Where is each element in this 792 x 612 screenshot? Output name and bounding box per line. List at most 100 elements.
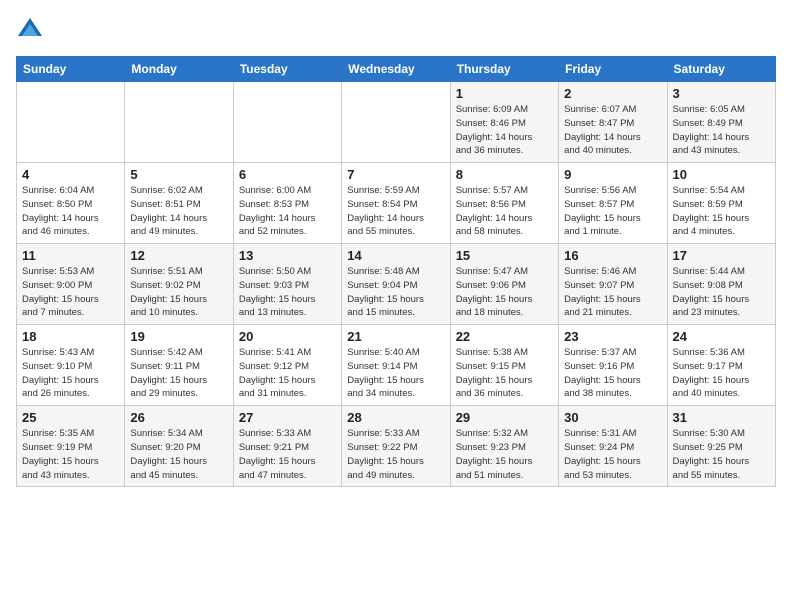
day-number: 15 <box>456 248 553 263</box>
calendar-cell: 15Sunrise: 5:47 AM Sunset: 9:06 PM Dayli… <box>450 244 558 325</box>
day-info: Sunrise: 6:09 AM Sunset: 8:46 PM Dayligh… <box>456 103 553 158</box>
day-number: 19 <box>130 329 227 344</box>
day-info: Sunrise: 5:59 AM Sunset: 8:54 PM Dayligh… <box>347 184 444 239</box>
day-info: Sunrise: 5:44 AM Sunset: 9:08 PM Dayligh… <box>673 265 770 320</box>
day-info: Sunrise: 5:37 AM Sunset: 9:16 PM Dayligh… <box>564 346 661 401</box>
day-info: Sunrise: 5:34 AM Sunset: 9:20 PM Dayligh… <box>130 427 227 482</box>
day-info: Sunrise: 5:51 AM Sunset: 9:02 PM Dayligh… <box>130 265 227 320</box>
page-header <box>16 16 776 44</box>
day-info: Sunrise: 5:32 AM Sunset: 9:23 PM Dayligh… <box>456 427 553 482</box>
calendar-cell: 22 Sunrise: 5:38 AM Sunset: 9:15 PM Dayli… <box>450 325 558 406</box>
day-info: Sunrise: 5:35 AM Sunset: 9:19 PM Dayligh… <box>22 427 119 482</box>
day-number: 24 <box>673 329 770 344</box>
calendar-week-row: 11 Sunrise: 5:53 AM Sunset: 9:00 PM Dayli… <box>17 244 776 325</box>
day-info: Sunrise: 5:41 AM Sunset: 9:12 PM Dayligh… <box>239 346 336 401</box>
day-info: Sunrise: 5:33 AM Sunset: 9:21 PM Dayligh… <box>239 427 336 482</box>
day-info: Sunrise: 6:07 AM Sunset: 8:47 PM Dayligh… <box>564 103 661 158</box>
calendar-cell <box>342 82 450 163</box>
day-header-wednesday: Wednesday <box>342 57 450 82</box>
calendar-week-row: 4 Sunrise: 6:04 AM Sunset: 8:50 PM Daylig… <box>17 163 776 244</box>
day-header-tuesday: Tuesday <box>233 57 341 82</box>
day-header-saturday: Saturday <box>667 57 775 82</box>
calendar-cell: 20 Sunrise: 5:41 AM Sunset: 9:12 PM Dayli… <box>233 325 341 406</box>
calendar-cell <box>17 82 125 163</box>
calendar-cell: 16Sunrise: 5:46 AM Sunset: 9:07 PM Dayli… <box>559 244 667 325</box>
day-number: 30 <box>564 410 661 425</box>
day-number: 20 <box>239 329 336 344</box>
day-number: 16 <box>564 248 661 263</box>
calendar-header-row: SundayMondayTuesdayWednesdayThursdayFrid… <box>17 57 776 82</box>
calendar-cell: 6 Sunrise: 6:00 AM Sunset: 8:53 PM Daylig… <box>233 163 341 244</box>
calendar-cell: 24 Sunrise: 5:36 AM Sunset: 9:17 PM Dayli… <box>667 325 775 406</box>
day-number: 12 <box>130 248 227 263</box>
calendar-cell: 18 Sunrise: 5:43 AM Sunset: 9:10 PM Dayli… <box>17 325 125 406</box>
day-info: Sunrise: 6:04 AM Sunset: 8:50 PM Dayligh… <box>22 184 119 239</box>
day-number: 26 <box>130 410 227 425</box>
day-number: 18 <box>22 329 119 344</box>
calendar-cell: 14Sunrise: 5:48 AM Sunset: 9:04 PM Dayli… <box>342 244 450 325</box>
calendar-cell: 5 Sunrise: 6:02 AM Sunset: 8:51 PM Daylig… <box>125 163 233 244</box>
calendar-cell: 26 Sunrise: 5:34 AM Sunset: 9:20 PM Dayli… <box>125 406 233 487</box>
calendar-cell: 9 Sunrise: 5:56 AM Sunset: 8:57 PM Daylig… <box>559 163 667 244</box>
day-number: 7 <box>347 167 444 182</box>
calendar-cell: 28Sunrise: 5:33 AM Sunset: 9:22 PM Dayli… <box>342 406 450 487</box>
day-number: 29 <box>456 410 553 425</box>
day-info: Sunrise: 5:40 AM Sunset: 9:14 PM Dayligh… <box>347 346 444 401</box>
calendar-cell: 19 Sunrise: 5:42 AM Sunset: 9:11 PM Dayli… <box>125 325 233 406</box>
calendar-cell: 7 Sunrise: 5:59 AM Sunset: 8:54 PM Daylig… <box>342 163 450 244</box>
day-info: Sunrise: 5:38 AM Sunset: 9:15 PM Dayligh… <box>456 346 553 401</box>
calendar-cell: 8 Sunrise: 5:57 AM Sunset: 8:56 PM Daylig… <box>450 163 558 244</box>
calendar-cell: 27 Sunrise: 5:33 AM Sunset: 9:21 PM Dayli… <box>233 406 341 487</box>
day-number: 1 <box>456 86 553 101</box>
day-number: 21 <box>347 329 444 344</box>
day-number: 28 <box>347 410 444 425</box>
calendar-cell: 23 Sunrise: 5:37 AM Sunset: 9:16 PM Dayli… <box>559 325 667 406</box>
day-number: 5 <box>130 167 227 182</box>
day-number: 17 <box>673 248 770 263</box>
day-info: Sunrise: 6:00 AM Sunset: 8:53 PM Dayligh… <box>239 184 336 239</box>
calendar-cell: 1 Sunrise: 6:09 AM Sunset: 8:46 PM Daylig… <box>450 82 558 163</box>
day-info: Sunrise: 5:36 AM Sunset: 9:17 PM Dayligh… <box>673 346 770 401</box>
calendar-cell: 12 Sunrise: 5:51 AM Sunset: 9:02 PM Dayli… <box>125 244 233 325</box>
calendar-week-row: 25 Sunrise: 5:35 AM Sunset: 9:19 PM Dayli… <box>17 406 776 487</box>
day-number: 8 <box>456 167 553 182</box>
calendar-cell: 10 Sunrise: 5:54 AM Sunset: 8:59 PM Dayli… <box>667 163 775 244</box>
day-number: 3 <box>673 86 770 101</box>
day-number: 22 <box>456 329 553 344</box>
day-info: Sunrise: 5:57 AM Sunset: 8:56 PM Dayligh… <box>456 184 553 239</box>
calendar-week-row: 1 Sunrise: 6:09 AM Sunset: 8:46 PM Daylig… <box>17 82 776 163</box>
day-header-monday: Monday <box>125 57 233 82</box>
day-info: Sunrise: 5:43 AM Sunset: 9:10 PM Dayligh… <box>22 346 119 401</box>
calendar-cell: 2Sunrise: 6:07 AM Sunset: 8:47 PM Daylig… <box>559 82 667 163</box>
day-number: 31 <box>673 410 770 425</box>
calendar-week-row: 18 Sunrise: 5:43 AM Sunset: 9:10 PM Dayli… <box>17 325 776 406</box>
day-number: 23 <box>564 329 661 344</box>
day-number: 25 <box>22 410 119 425</box>
calendar-cell: 11 Sunrise: 5:53 AM Sunset: 9:00 PM Dayli… <box>17 244 125 325</box>
day-info: Sunrise: 5:48 AM Sunset: 9:04 PM Dayligh… <box>347 265 444 320</box>
day-info: Sunrise: 6:02 AM Sunset: 8:51 PM Dayligh… <box>130 184 227 239</box>
day-info: Sunrise: 5:54 AM Sunset: 8:59 PM Dayligh… <box>673 184 770 239</box>
day-info: Sunrise: 5:53 AM Sunset: 9:00 PM Dayligh… <box>22 265 119 320</box>
calendar-cell <box>233 82 341 163</box>
day-info: Sunrise: 5:42 AM Sunset: 9:11 PM Dayligh… <box>130 346 227 401</box>
calendar-cell: 30 Sunrise: 5:31 AM Sunset: 9:24 PM Dayli… <box>559 406 667 487</box>
calendar-table: SundayMondayTuesdayWednesdayThursdayFrid… <box>16 56 776 487</box>
calendar-cell: 21 Sunrise: 5:40 AM Sunset: 9:14 PM Dayli… <box>342 325 450 406</box>
day-info: Sunrise: 6:05 AM Sunset: 8:49 PM Dayligh… <box>673 103 770 158</box>
calendar-cell: 4 Sunrise: 6:04 AM Sunset: 8:50 PM Daylig… <box>17 163 125 244</box>
day-number: 27 <box>239 410 336 425</box>
day-number: 9 <box>564 167 661 182</box>
day-header-sunday: Sunday <box>17 57 125 82</box>
calendar-cell <box>125 82 233 163</box>
day-info: Sunrise: 5:30 AM Sunset: 9:25 PM Dayligh… <box>673 427 770 482</box>
day-number: 10 <box>673 167 770 182</box>
day-number: 4 <box>22 167 119 182</box>
day-number: 11 <box>22 248 119 263</box>
day-header-thursday: Thursday <box>450 57 558 82</box>
calendar-cell: 25 Sunrise: 5:35 AM Sunset: 9:19 PM Dayli… <box>17 406 125 487</box>
logo-icon <box>16 16 44 44</box>
day-number: 6 <box>239 167 336 182</box>
day-info: Sunrise: 5:56 AM Sunset: 8:57 PM Dayligh… <box>564 184 661 239</box>
day-info: Sunrise: 5:31 AM Sunset: 9:24 PM Dayligh… <box>564 427 661 482</box>
